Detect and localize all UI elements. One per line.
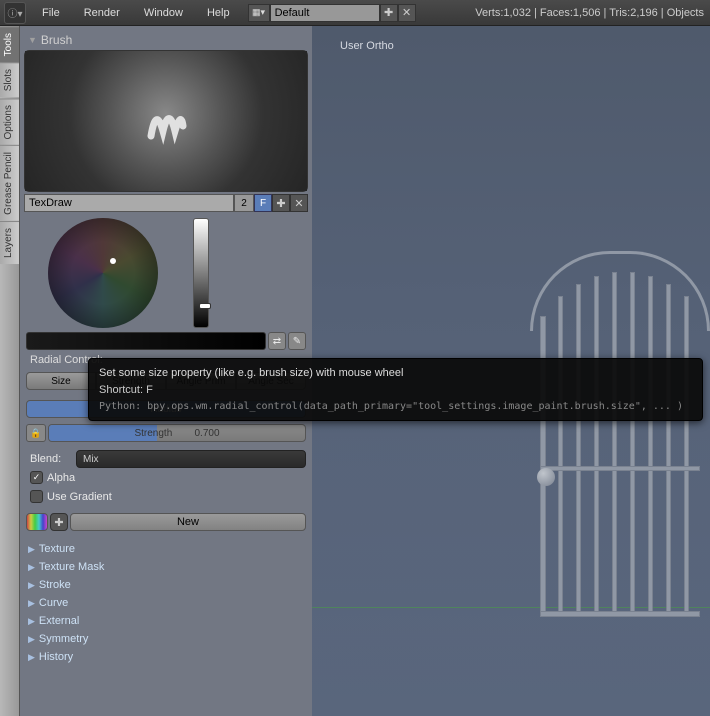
tab-options[interactable]: Options [0, 98, 19, 145]
blend-mode-dropdown[interactable]: Mix [76, 450, 306, 468]
tab-grease-pencil[interactable]: Grease Pencil [0, 145, 19, 221]
alpha-checkbox[interactable]: ✓ [30, 471, 43, 484]
top-menu-bar: ⓘ▾ File Render Window Help ▦▾ ✚ ✕ Verts:… [0, 0, 710, 26]
strength-slider[interactable]: Strength 0.700 [48, 424, 306, 442]
triangle-right-icon: ▶ [28, 652, 35, 663]
layout-browse-icon[interactable]: ▦▾ [248, 4, 270, 22]
value-slider[interactable] [193, 218, 209, 328]
brush-users-count[interactable]: 2 [234, 194, 254, 212]
tool-tabs: Tools Slots Options Grease Pencil Layers [0, 26, 20, 716]
section-history[interactable]: ▶History [24, 648, 308, 666]
tab-layers[interactable]: Layers [0, 221, 19, 264]
tab-tools[interactable]: Tools [0, 26, 19, 62]
section-curve[interactable]: ▶Curve [24, 594, 308, 612]
tab-slots[interactable]: Slots [0, 62, 19, 97]
triangle-right-icon: ▶ [28, 580, 35, 591]
eyedropper-icon[interactable]: ✎ [288, 332, 306, 350]
value-slider-handle [199, 303, 211, 309]
alpha-label: Alpha [47, 472, 75, 484]
section-texture-mask[interactable]: ▶Texture Mask [24, 558, 308, 576]
swap-colors-icon[interactable]: ⇄ [268, 332, 286, 350]
section-stroke[interactable]: ▶Stroke [24, 576, 308, 594]
brush-add-button[interactable]: ✚ [272, 194, 290, 212]
brush-section-label: Brush [41, 33, 72, 47]
layout-name-input[interactable] [270, 4, 380, 22]
layout-selector: ▦▾ ✚ ✕ [248, 4, 416, 22]
color-swatch[interactable] [26, 332, 266, 350]
menu-render[interactable]: Render [72, 7, 132, 19]
triangle-right-icon: ▶ [28, 616, 35, 627]
palette-new-button[interactable]: New [70, 513, 306, 531]
use-gradient-checkbox[interactable] [30, 490, 43, 503]
triangle-right-icon: ▶ [28, 634, 35, 645]
section-symmetry[interactable]: ▶Symmetry [24, 630, 308, 648]
menu-help[interactable]: Help [195, 7, 242, 19]
menu-window[interactable]: Window [132, 7, 195, 19]
palette-browse-icon[interactable] [26, 513, 48, 531]
triangle-right-icon: ▶ [28, 598, 35, 609]
pressure-size-icon[interactable]: 🔒 [26, 424, 46, 442]
palette-add-button[interactable]: ✚ [50, 513, 68, 531]
brush-unlink-button[interactable]: ✕ [290, 194, 308, 212]
triangle-right-icon: ▶ [28, 544, 35, 555]
layout-add-button[interactable]: ✚ [380, 4, 398, 22]
strength-slider-label: Strength 0.700 [134, 428, 219, 439]
brush-fake-user-button[interactable]: F [254, 194, 272, 212]
view-orientation-label: User Ortho [340, 40, 394, 52]
layout-remove-button[interactable]: ✕ [398, 4, 416, 22]
section-texture[interactable]: ▶Texture [24, 540, 308, 558]
section-external[interactable]: ▶External [24, 612, 308, 630]
info-icon[interactable]: ⓘ▾ [4, 2, 26, 24]
use-gradient-label: Use Gradient [47, 491, 112, 503]
scene-stats: Verts:1,032 | Faces:1,506 | Tris:2,196 |… [475, 7, 710, 19]
scene-object-gate [540, 286, 710, 626]
brush-section-header[interactable]: ▼ Brush [24, 30, 308, 50]
triangle-down-icon: ▼ [28, 35, 37, 45]
tooltip-python: Python: bpy.ops.wm.radial_control(data_p… [99, 401, 692, 412]
scene-object-sphere [537, 468, 555, 486]
tooltip-shortcut: Shortcut: F [99, 384, 692, 396]
menu-file[interactable]: File [30, 7, 72, 19]
brush-stroke-icon [141, 96, 191, 146]
color-wheel[interactable] [48, 218, 158, 328]
tooltip-description: Set some size property (like e.g. brush … [99, 367, 692, 379]
tooltip: Set some size property (like e.g. brush … [88, 358, 703, 421]
brush-preview[interactable] [24, 50, 308, 192]
brush-name-input[interactable] [24, 194, 234, 212]
blend-label: Blend: [26, 453, 74, 465]
color-wheel-cursor [110, 258, 116, 264]
triangle-right-icon: ▶ [28, 562, 35, 573]
radial-size-button[interactable]: Size [26, 372, 96, 390]
